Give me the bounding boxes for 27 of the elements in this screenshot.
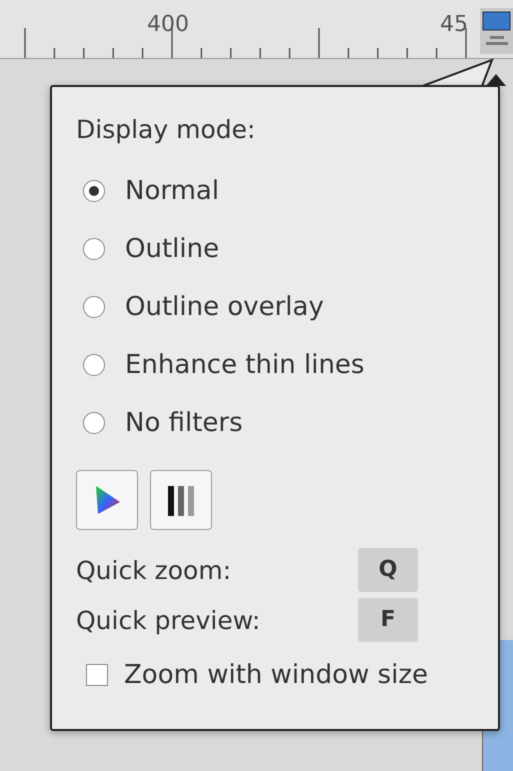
grayscale-button[interactable] [150, 470, 212, 530]
checkbox-label: Zoom with window size [124, 660, 428, 690]
radio-option[interactable]: No filters [76, 394, 474, 452]
ruler-label: 45 [440, 12, 468, 37]
radio-option[interactable]: Enhance thin lines [76, 336, 474, 394]
shortcut-key: F [358, 598, 418, 642]
shortcut-label: Quick zoom: [76, 556, 232, 584]
ruler-label: 400 [147, 12, 189, 37]
radio-icon[interactable] [83, 180, 105, 202]
radio-label: Outline overlay [125, 292, 324, 322]
radio-label: Enhance thin lines [125, 350, 364, 380]
radio-icon[interactable] [83, 354, 105, 376]
radio-option[interactable]: Outline [76, 220, 474, 278]
radio-icon[interactable] [83, 412, 105, 434]
monitor-icon[interactable] [480, 8, 513, 54]
shortcut-key: Q [358, 548, 418, 592]
popup-title: Display mode: [76, 115, 256, 144]
radio-label: Normal [125, 176, 220, 206]
checkbox[interactable] [86, 664, 108, 686]
radio-option[interactable]: Outline overlay [76, 278, 474, 336]
radio-label: No filters [125, 408, 243, 438]
radio-label: Outline [125, 234, 220, 264]
radio-option[interactable]: Normal [76, 162, 474, 220]
color-gamut-button[interactable] [76, 470, 138, 530]
radio-icon[interactable] [83, 238, 105, 260]
shortcut-label: Quick preview: [76, 606, 262, 634]
radio-icon[interactable] [83, 296, 105, 318]
